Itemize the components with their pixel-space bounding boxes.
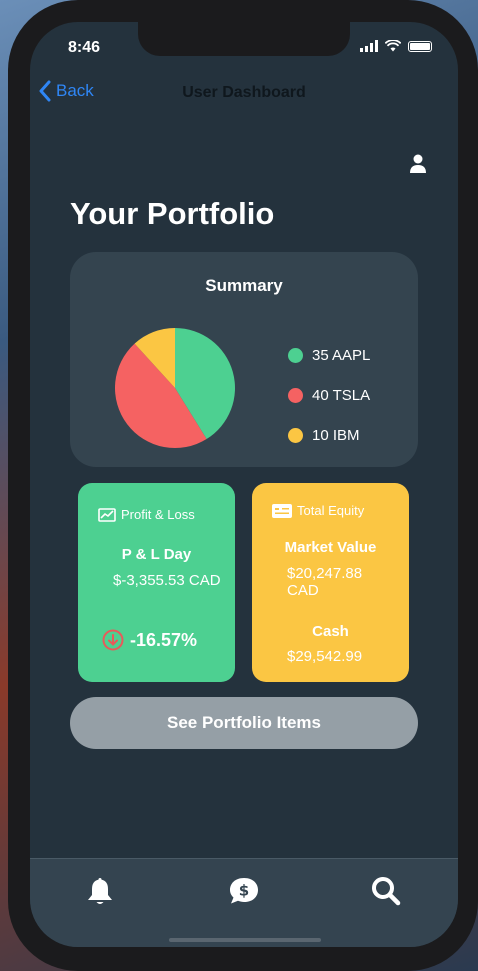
legend-dot xyxy=(288,347,303,363)
summary-title: Summary xyxy=(205,276,283,295)
legend-item-tsla: 40 TSLA xyxy=(288,375,370,415)
profit-loss-title: Profit & Loss xyxy=(121,507,195,522)
phone-frame: 8:46 Back User Dashboard Your Portfolio … xyxy=(8,0,478,971)
money-check-icon xyxy=(272,503,292,518)
pie-chart xyxy=(114,328,236,449)
status-time: 8:46 xyxy=(68,39,101,56)
pl-percent: -16.57% xyxy=(130,629,198,650)
equity-title: Total Equity xyxy=(297,503,365,518)
arrow-down-circle-icon xyxy=(102,629,124,651)
notch xyxy=(138,22,350,56)
market-value-label: Market Value xyxy=(284,539,377,556)
profit-loss-card[interactable]: Profit & Loss P & L Day $-3,355.53 CAD -… xyxy=(78,483,235,682)
dollar-chat-icon[interactable]: $ xyxy=(228,875,260,907)
legend-label: 10 IBM xyxy=(312,426,360,444)
home-indicator xyxy=(169,938,321,942)
search-icon[interactable] xyxy=(370,875,402,907)
nav-bar: Back User Dashboard xyxy=(30,80,458,110)
pl-percent-row: -16.57% xyxy=(102,629,197,651)
bell-icon[interactable] xyxy=(84,875,116,907)
legend-item-aapl: 35 AAPL xyxy=(288,335,370,375)
legend-label: 35 AAPL xyxy=(312,346,371,364)
svg-text:$: $ xyxy=(239,882,249,900)
status-icons xyxy=(360,40,432,52)
chart-line-icon xyxy=(98,507,116,522)
legend-label: 40 TSLA xyxy=(312,386,371,404)
legend-item-ibm: 10 IBM xyxy=(288,415,370,455)
summary-card: Summary 35 AAPL 40 TSLA 10 IBM xyxy=(70,252,418,467)
screen: 8:46 Back User Dashboard Your Portfolio … xyxy=(30,22,458,947)
page-title: Your Portfolio xyxy=(70,196,275,231)
pl-day-value: $-3,355.53 CAD xyxy=(113,572,221,589)
tab-bar: $ xyxy=(30,858,458,947)
wifi-icon xyxy=(385,40,401,52)
battery-icon xyxy=(408,40,432,52)
cash-value: $29,542.99 xyxy=(287,648,363,665)
legend-dot xyxy=(288,387,303,403)
see-portfolio-items-button[interactable]: See Portfolio Items xyxy=(70,697,418,749)
user-icon[interactable] xyxy=(410,154,426,174)
profit-loss-header: Profit & Loss xyxy=(98,507,195,522)
market-value: $20,247.88 CAD xyxy=(287,565,363,599)
nav-title: User Dashboard xyxy=(182,84,306,101)
equity-header: Total Equity xyxy=(272,503,364,518)
pl-day-label: P & L Day xyxy=(121,546,192,563)
signal-icon xyxy=(360,40,378,52)
chart-legend: 35 AAPL 40 TSLA 10 IBM xyxy=(288,335,370,455)
cash-label: Cash xyxy=(312,623,349,640)
total-equity-card[interactable]: Total Equity Market Value $20,247.88 CAD… xyxy=(252,483,409,682)
legend-dot xyxy=(288,427,303,443)
